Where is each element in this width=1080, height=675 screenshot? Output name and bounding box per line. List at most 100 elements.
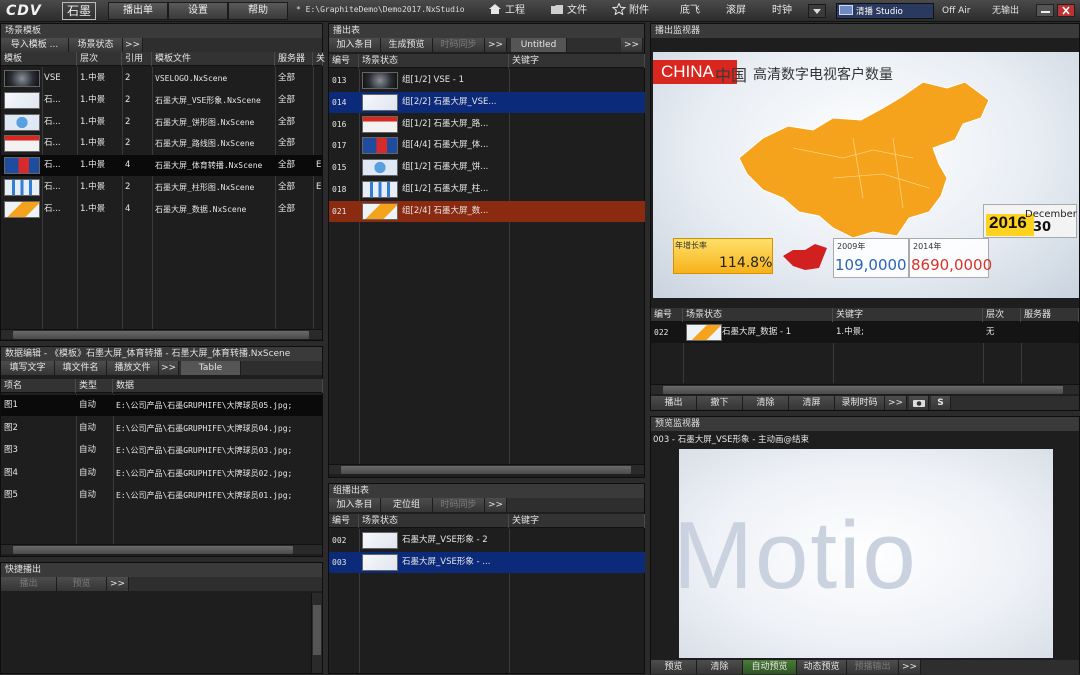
horizontal-scrollbar[interactable] xyxy=(1,329,322,339)
add-entry-button[interactable]: 加入条目 xyxy=(329,38,381,52)
column-header[interactable]: 编号 xyxy=(329,54,359,68)
more-button[interactable]: >> xyxy=(485,38,507,52)
clear-screen-button[interactable]: 清屏 xyxy=(789,396,835,410)
minimize-button[interactable] xyxy=(1036,4,1054,17)
table-row[interactable]: 图3 自动 E:\公司产品\石墨GRUPHIFE\大牌球员03.jpg; xyxy=(1,440,323,461)
timecode-sync-button[interactable]: 时码同步 xyxy=(433,38,485,52)
project-button[interactable]: 工程 xyxy=(488,2,525,20)
table-row[interactable]: 石... 1.中景 2 石墨大屏_柱形图.NxScene 全部 E xyxy=(1,177,323,198)
close-button[interactable] xyxy=(1057,4,1075,17)
table-row[interactable]: 003 石墨大屏_VSE形象 - ... xyxy=(329,551,645,573)
table-row[interactable]: 017 组[4/4] 石墨大屏_体... xyxy=(329,135,645,156)
menu-settings[interactable]: 设置 xyxy=(168,2,228,20)
table-row[interactable]: 013 组[1/2] VSE - 1 xyxy=(329,70,645,91)
table-row[interactable]: 石... 1.中景 4 石墨大屏_数据.NxScene 全部 xyxy=(1,199,323,220)
table-row[interactable]: 图5 自动 E:\公司产品\石墨GRUPHIFE\大牌球员01.jpg; xyxy=(1,485,323,506)
column-header[interactable]: 关键字 xyxy=(509,514,645,528)
file-button[interactable]: 文件 xyxy=(550,2,587,20)
table-row[interactable]: 石... 1.中景 4 石墨大屏_体育转播.NxScene 全部 E xyxy=(1,155,323,177)
safe-area-button[interactable]: S xyxy=(931,396,951,410)
column-header[interactable]: 服务器 xyxy=(1021,308,1079,322)
column-header[interactable]: 层次 xyxy=(983,308,1021,322)
column-header[interactable]: 模板文件 xyxy=(152,52,275,66)
dynamic-preview-button[interactable]: 动态预览 xyxy=(797,660,847,674)
play-file-button[interactable]: 播放文件 xyxy=(107,361,159,375)
table-row[interactable]: 015 组[1/2] 石墨大屏_饼... xyxy=(329,157,645,178)
column-header[interactable]: 编号 xyxy=(651,308,683,322)
clock-dropdown[interactable] xyxy=(808,4,826,18)
preview-button[interactable]: 预览 xyxy=(57,577,107,591)
table-row[interactable]: 图4 自动 E:\公司产品\石墨GRUPHIFE\大牌球员02.jpg; xyxy=(1,463,323,484)
off-air-button[interactable]: Off Air xyxy=(942,2,971,20)
horizontal-scrollbar[interactable] xyxy=(329,464,644,474)
column-header[interactable]: 编号 xyxy=(329,514,359,528)
auto-preview-button[interactable]: 自动预览 xyxy=(743,660,797,674)
table-row[interactable]: 002 石墨大屏_VSE形象 - 2 xyxy=(329,530,645,551)
table-row[interactable]: 石... 1.中景 2 石墨大屏_路线图.NxScene 全部 xyxy=(1,133,323,154)
table-row[interactable]: VSE 1.中景 2 VSELOGO.NxScene 全部 xyxy=(1,68,323,89)
column-header[interactable]: 模板 xyxy=(1,52,77,66)
row-status: 组[1/2] 石墨大屏_柱... xyxy=(402,184,489,194)
tab-table[interactable]: Table xyxy=(181,361,241,375)
column-header[interactable]: 场景状态 xyxy=(683,308,833,322)
tab-untitled[interactable]: Untitled xyxy=(511,38,567,52)
no-output-button[interactable]: 无输出 xyxy=(992,2,1019,20)
horizontal-scrollbar[interactable] xyxy=(1,544,322,554)
play-button[interactable]: 播出 xyxy=(651,396,697,410)
table-row[interactable]: 018 组[1/2] 石墨大屏_柱... xyxy=(329,179,645,200)
clear-button[interactable]: 清除 xyxy=(743,396,789,410)
take-down-button[interactable]: 撤下 xyxy=(697,396,743,410)
column-header[interactable]: 服务器 xyxy=(275,52,313,66)
column-header[interactable]: 场景状态 xyxy=(359,54,509,68)
column-header[interactable]: 关键字 xyxy=(509,54,645,68)
horizontal-scrollbar[interactable] xyxy=(651,384,1079,394)
table-row[interactable]: 014 组[2/2] 石墨大屏_VSE... xyxy=(329,91,645,113)
preview-button[interactable]: 预览 xyxy=(651,660,697,674)
more-button[interactable]: >> xyxy=(123,38,143,52)
fill-filename-button[interactable]: 填文件名 xyxy=(55,361,107,375)
vertical-scrollbar[interactable] xyxy=(311,593,322,673)
preroll-output-button[interactable]: 预播输出 xyxy=(847,660,899,674)
play-button[interactable]: 播出 xyxy=(1,577,57,591)
row-name: 石... xyxy=(44,94,61,105)
more-button[interactable]: >> xyxy=(485,498,507,512)
more-button[interactable]: >> xyxy=(885,396,907,410)
snapshot-button[interactable] xyxy=(909,396,929,410)
clock-button[interactable]: 时钟 xyxy=(772,2,792,20)
clear-button[interactable]: 清除 xyxy=(697,660,743,674)
dijia-button[interactable]: 底飞 xyxy=(680,2,700,20)
table-row[interactable]: 图2 自动 E:\公司产品\石墨GRUPHIFE\大牌球员04.jpg; xyxy=(1,418,323,439)
table-row[interactable]: 石... 1.中景 2 石墨大屏_饼形图.NxScene 全部 xyxy=(1,112,323,133)
fill-text-button[interactable]: 填写文字 xyxy=(1,361,55,375)
column-header[interactable]: 类型 xyxy=(76,379,113,393)
more-button[interactable]: >> xyxy=(621,38,643,52)
more-button[interactable]: >> xyxy=(159,361,179,375)
table-row[interactable]: 021 组[2/4] 石墨大屏_数... xyxy=(329,200,645,222)
guanping-button[interactable]: 滚屏 xyxy=(726,2,746,20)
column-header[interactable]: 关 xyxy=(313,52,325,66)
column-header[interactable]: 数据 xyxy=(113,379,323,393)
preview-mode-button[interactable]: 清播 Studio xyxy=(836,3,934,19)
scene-thumbnail xyxy=(4,70,40,87)
column-header[interactable]: 引用 xyxy=(122,52,152,66)
timecode-sync-button[interactable]: 时码同步 xyxy=(433,498,485,512)
table-row[interactable]: 022 石墨大屏_数据 - 1 1.中景; 无 xyxy=(651,322,1079,343)
column-header[interactable]: 项名 xyxy=(1,379,76,393)
menu-help[interactable]: 帮助 xyxy=(228,2,288,20)
attach-button[interactable]: 附件 xyxy=(612,2,649,20)
generate-preview-button[interactable]: 生成预览 xyxy=(381,38,433,52)
add-entry-button[interactable]: 加入条目 xyxy=(329,498,381,512)
menu-playlist[interactable]: 播出单 xyxy=(108,2,168,20)
record-timecode-button[interactable]: 录制时码 xyxy=(835,396,885,410)
more-button[interactable]: >> xyxy=(107,577,129,591)
import-template-button[interactable]: 导入模板 ... xyxy=(1,38,69,52)
column-header[interactable]: 层次 xyxy=(77,52,122,66)
more-button[interactable]: >> xyxy=(899,660,921,674)
table-row[interactable]: 石... 1.中景 2 石墨大屏_VSE形象.NxScene 全部 xyxy=(1,90,323,111)
locate-group-button[interactable]: 定位组 xyxy=(381,498,433,512)
table-row[interactable]: 图1 自动 E:\公司产品\石墨GRUPHIFE\大牌球员05.jpg; xyxy=(1,395,323,416)
table-row[interactable]: 016 组[1/2] 石墨大屏_路... xyxy=(329,114,645,135)
column-header[interactable]: 场景状态 xyxy=(359,514,509,528)
column-header[interactable]: 关键字 xyxy=(833,308,983,322)
scene-state-button[interactable]: 场景状态 xyxy=(69,38,123,52)
